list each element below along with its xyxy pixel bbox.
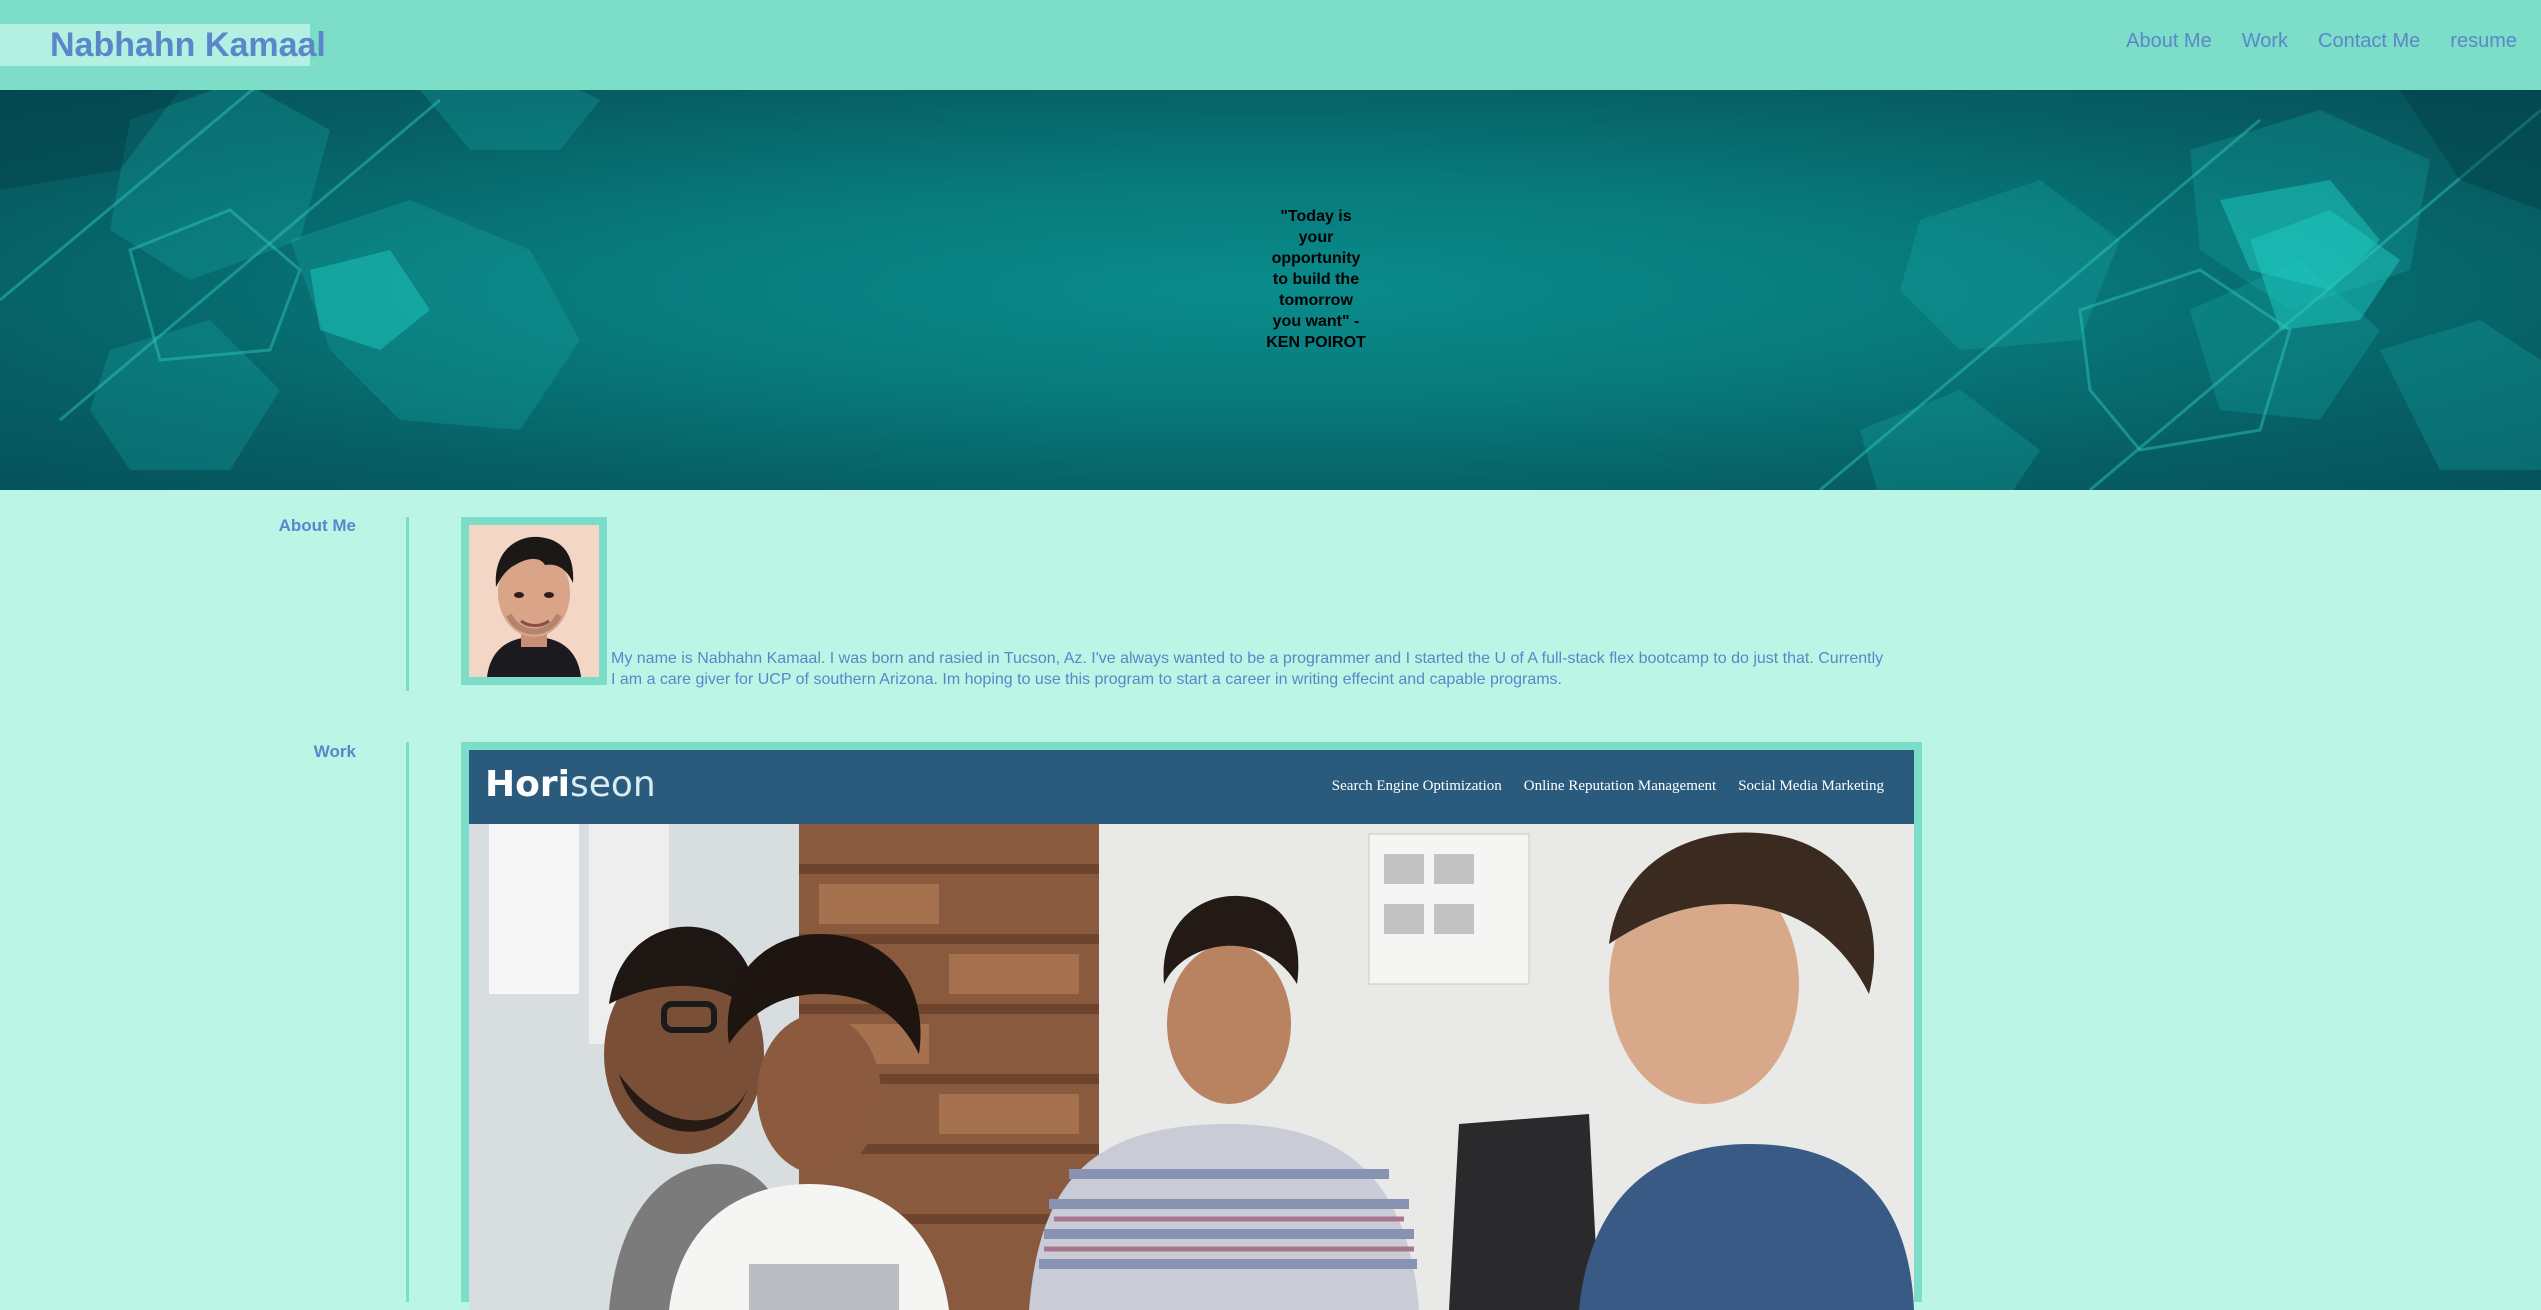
section-divider-work (406, 742, 409, 1302)
project-nav-social: Social Media Marketing (1738, 778, 1884, 794)
site-title[interactable]: Nabhahn Kamaal (50, 26, 326, 64)
hero-banner: "Today is your opportunity to build the … (0, 90, 2541, 490)
profile-photo-frame (461, 517, 607, 685)
nav-link-contact-me[interactable]: Contact Me (2318, 30, 2420, 53)
project-logo-main: Hori (485, 764, 570, 805)
project-screenshot[interactable]: Horiseon Search Engine Optimization Onli… (469, 750, 1914, 1310)
nav-link-resume[interactable]: resume (2450, 30, 2517, 53)
about-me-text: My name is Nabhahn Kamaal. I was born an… (611, 650, 1884, 688)
project-nav: Search Engine Optimization Online Reputa… (1332, 778, 1884, 795)
hero-quote: "Today is your opportunity to build the … (1266, 208, 1366, 351)
nav-link-work[interactable]: Work (2242, 30, 2288, 53)
section-label-about-me: About Me (278, 516, 356, 535)
brand-box: Nabhahn Kamaal (0, 24, 326, 66)
profile-photo (469, 525, 599, 677)
project-nav-seo: Search Engine Optimization (1331, 778, 1502, 794)
site-header: Nabhahn Kamaal About Me Work Contact Me … (0, 0, 2541, 90)
project-header: Horiseon Search Engine Optimization Onli… (469, 750, 1914, 824)
main-nav: About Me Work Contact Me resume (2126, 30, 2517, 53)
section-divider-about (406, 517, 409, 691)
nav-link-about-me[interactable]: About Me (2126, 30, 2212, 53)
section-label-work: Work (313, 742, 356, 761)
project-logo-accent: seon (569, 764, 656, 805)
work-project-card[interactable]: Horiseon Search Engine Optimization Onli… (461, 742, 1922, 1310)
project-hero-photo (469, 824, 1914, 1310)
project-logo: Horiseon (485, 764, 656, 805)
project-nav-reputation: Online Reputation Management (1523, 778, 1717, 794)
